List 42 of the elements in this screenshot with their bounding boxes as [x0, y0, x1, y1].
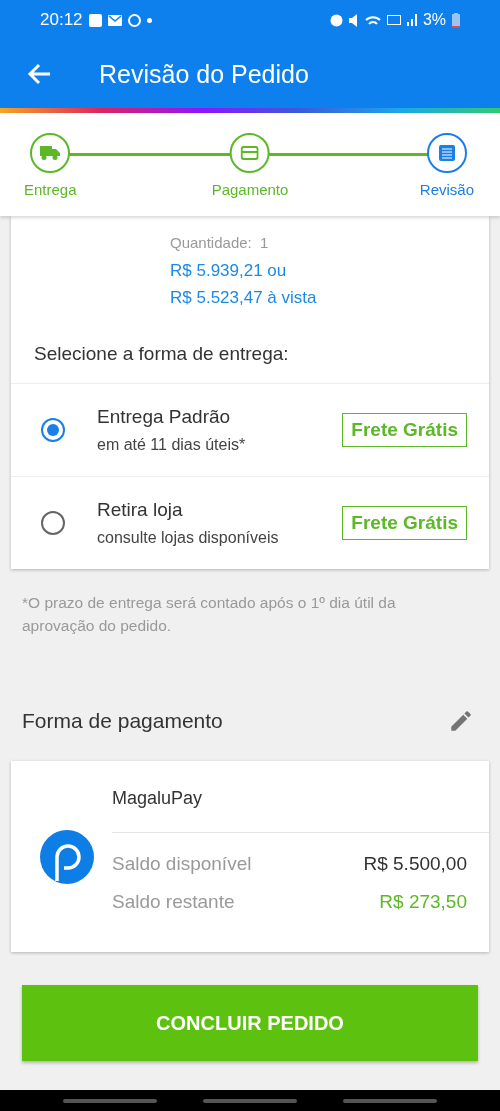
- truck-icon: [40, 146, 61, 160]
- quantity-text: Quantidade: 1: [170, 234, 270, 251]
- nav-handle[interactable]: [203, 1098, 297, 1103]
- status-time: 20:12: [40, 10, 83, 30]
- balance-label: Saldo disponível: [112, 852, 252, 876]
- radio-button[interactable]: [41, 418, 65, 442]
- option-detail: consulte lojas disponíveis: [97, 529, 280, 547]
- step-label: Pagamento: [211, 181, 289, 198]
- edit-icon[interactable]: [448, 708, 474, 734]
- balance-label: Saldo restante: [112, 890, 235, 914]
- price-text: R$ 5.939,21 ou: [170, 260, 288, 282]
- balance-value: R$ 273,50: [379, 890, 467, 914]
- wallet-logo-icon: [39, 828, 95, 885]
- option-name: Retira loja: [97, 499, 184, 521]
- shipping-tag: Frete Grátis: [342, 413, 467, 447]
- mail-icon: [107, 14, 122, 26]
- section-heading: Forma de pagamento: [22, 709, 223, 733]
- balance-value: R$ 5.500,00: [363, 852, 467, 876]
- circle-icon: [127, 13, 141, 27]
- shipping-tag: Frete Grátis: [342, 506, 467, 540]
- option-name: Entrega Padrão: [97, 406, 232, 428]
- radio-button[interactable]: [41, 511, 65, 535]
- page-title: Revisão do Pedido: [99, 59, 309, 89]
- battery-percentage: 3%: [422, 11, 446, 29]
- payment-method-name: MagaluPay: [112, 788, 489, 833]
- battery-icon: [452, 12, 460, 28]
- nav-handle[interactable]: [343, 1098, 437, 1103]
- wifi-icon: [364, 14, 381, 26]
- option-detail: em até 11 dias úteis*: [97, 436, 247, 454]
- dot-icon: [146, 17, 152, 23]
- submit-button[interactable]: CONCLUIR PEDIDO: [22, 985, 478, 1061]
- step-label: Revisão: [419, 181, 474, 198]
- footnote: *O prazo de entrega será contado após o 1º dia útil da aprovação do pedido.: [22, 593, 397, 636]
- signal-icon: [406, 14, 417, 26]
- price-text: R$ 5.523,47 à vista: [170, 287, 318, 309]
- document-icon: [438, 145, 455, 161]
- mute-icon: [348, 13, 359, 27]
- credit-card-icon: [241, 146, 259, 160]
- step-label: Entrega: [24, 181, 77, 198]
- section-heading: Selecione a forma de entrega:: [33, 342, 290, 366]
- nav-handle[interactable]: [63, 1098, 157, 1103]
- back-arrow-icon[interactable]: [27, 63, 51, 85]
